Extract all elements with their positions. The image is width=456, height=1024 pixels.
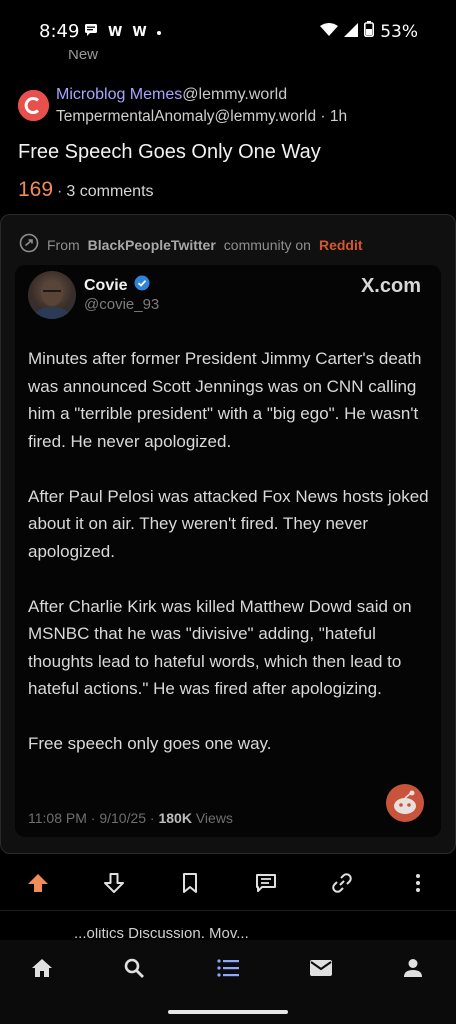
- wifi-icon: [320, 22, 339, 42]
- tweet-paragraph: After Paul Pelosi was attacked Fox News …: [28, 486, 429, 561]
- verified-badge-icon: [134, 275, 150, 296]
- comment-icon: [256, 874, 276, 892]
- embed-source: From BlackPeopleTwitter community on Red…: [19, 233, 363, 256]
- system-icons: 53%: [320, 21, 418, 42]
- signal-icon: [344, 22, 359, 42]
- tweet-avatar: [28, 271, 76, 319]
- search-icon: [124, 958, 144, 978]
- embed-card[interactable]: From BlackPeopleTwitter community on Red…: [0, 214, 456, 854]
- embed-source-community: BlackPeopleTwitter: [87, 236, 216, 253]
- home-icon: [32, 959, 52, 977]
- more-options-button[interactable]: [403, 868, 433, 898]
- post-score: 169: [18, 178, 54, 201]
- community-instance: @lemmy.world: [182, 86, 288, 103]
- community-link[interactable]: Microblog Memes@lemmy.world: [56, 86, 287, 104]
- nav-profile[interactable]: [393, 954, 433, 982]
- tweet-meta: 11:08 PM · 9/10/25 · 180K Views: [28, 810, 233, 826]
- w-icon-2: W: [132, 25, 147, 40]
- status-time: 8:49: [39, 21, 80, 42]
- tweet-body: Minutes after former President Jimmy Car…: [28, 345, 436, 785]
- gesture-bar[interactable]: [168, 1010, 288, 1014]
- inbox-icon: [310, 960, 332, 976]
- upvote-button[interactable]: [23, 868, 53, 898]
- tweet-handle: @covie_93: [84, 296, 160, 313]
- share-link-button[interactable]: [327, 868, 357, 898]
- nav-home[interactable]: [22, 954, 62, 982]
- post-title[interactable]: Free Speech Goes Only One Way: [18, 141, 321, 164]
- upvote-icon: [28, 874, 48, 892]
- tweet-paragraph: Minutes after former President Jimmy Car…: [28, 349, 422, 451]
- downvote-icon: [104, 873, 124, 893]
- community-avatar[interactable]: [18, 90, 49, 121]
- downvote-button[interactable]: [99, 868, 129, 898]
- post-stats: 169 · 3 comments: [18, 178, 154, 201]
- next-item-peek[interactable]: ...olitics Discussion, Mov...: [74, 928, 249, 938]
- bookmark-icon: [183, 873, 197, 893]
- nav-inbox[interactable]: [301, 954, 341, 982]
- community-name: Microblog Memes: [56, 86, 183, 103]
- feed-icon: [217, 959, 239, 977]
- tweet-views: 180K: [158, 810, 192, 826]
- reddit-logo-icon: [385, 783, 425, 828]
- profile-icon: [404, 959, 422, 977]
- bookmark-button[interactable]: [175, 868, 205, 898]
- tweet-name: Covie: [84, 276, 128, 294]
- x-brand-label: X.com: [360, 275, 421, 297]
- tweet-time: 11:08 PM · 9/10/25 ·: [28, 810, 159, 826]
- dot-icon: [156, 30, 161, 35]
- battery-percent: 53%: [380, 21, 418, 42]
- battery-icon: [364, 21, 375, 42]
- post-author: TempermentalAnomaly@lemmy.world: [56, 108, 317, 125]
- post-header: Microblog Memes@lemmy.world Tempermental…: [18, 86, 438, 130]
- community-logo-icon: [18, 90, 49, 121]
- post-author-line[interactable]: TempermentalAnomaly@lemmy.world · 1h: [56, 108, 347, 126]
- tweet-paragraph: Free speech only goes one way.: [28, 734, 272, 753]
- tweet-image: Covie @covie_93 X.com Minutes after form…: [15, 265, 441, 837]
- tweet-paragraph: After Charlie Kirk was killed Matthew Do…: [28, 596, 412, 699]
- nav-feed[interactable]: [208, 954, 248, 982]
- embed-platform: Reddit: [318, 236, 363, 253]
- nav-search[interactable]: [114, 954, 154, 982]
- bottom-navigation: [0, 940, 456, 1024]
- more-icon: [416, 874, 420, 892]
- post-age: 1h: [329, 108, 348, 125]
- post-action-bar: [0, 860, 456, 906]
- link-icon: [332, 873, 352, 893]
- status-bar: 8:49 W W 53%: [0, 0, 456, 56]
- previous-item-peek[interactable]: New: [68, 50, 98, 68]
- chat-icon: [84, 23, 98, 42]
- notification-icons: W W: [84, 23, 161, 42]
- divider: [0, 910, 456, 911]
- w-icon: W: [108, 25, 123, 40]
- comment-button[interactable]: [251, 868, 281, 898]
- comment-count[interactable]: 3 comments: [66, 183, 153, 201]
- cross-post-icon: [19, 233, 39, 256]
- tweet-name-row: Covie: [84, 275, 150, 296]
